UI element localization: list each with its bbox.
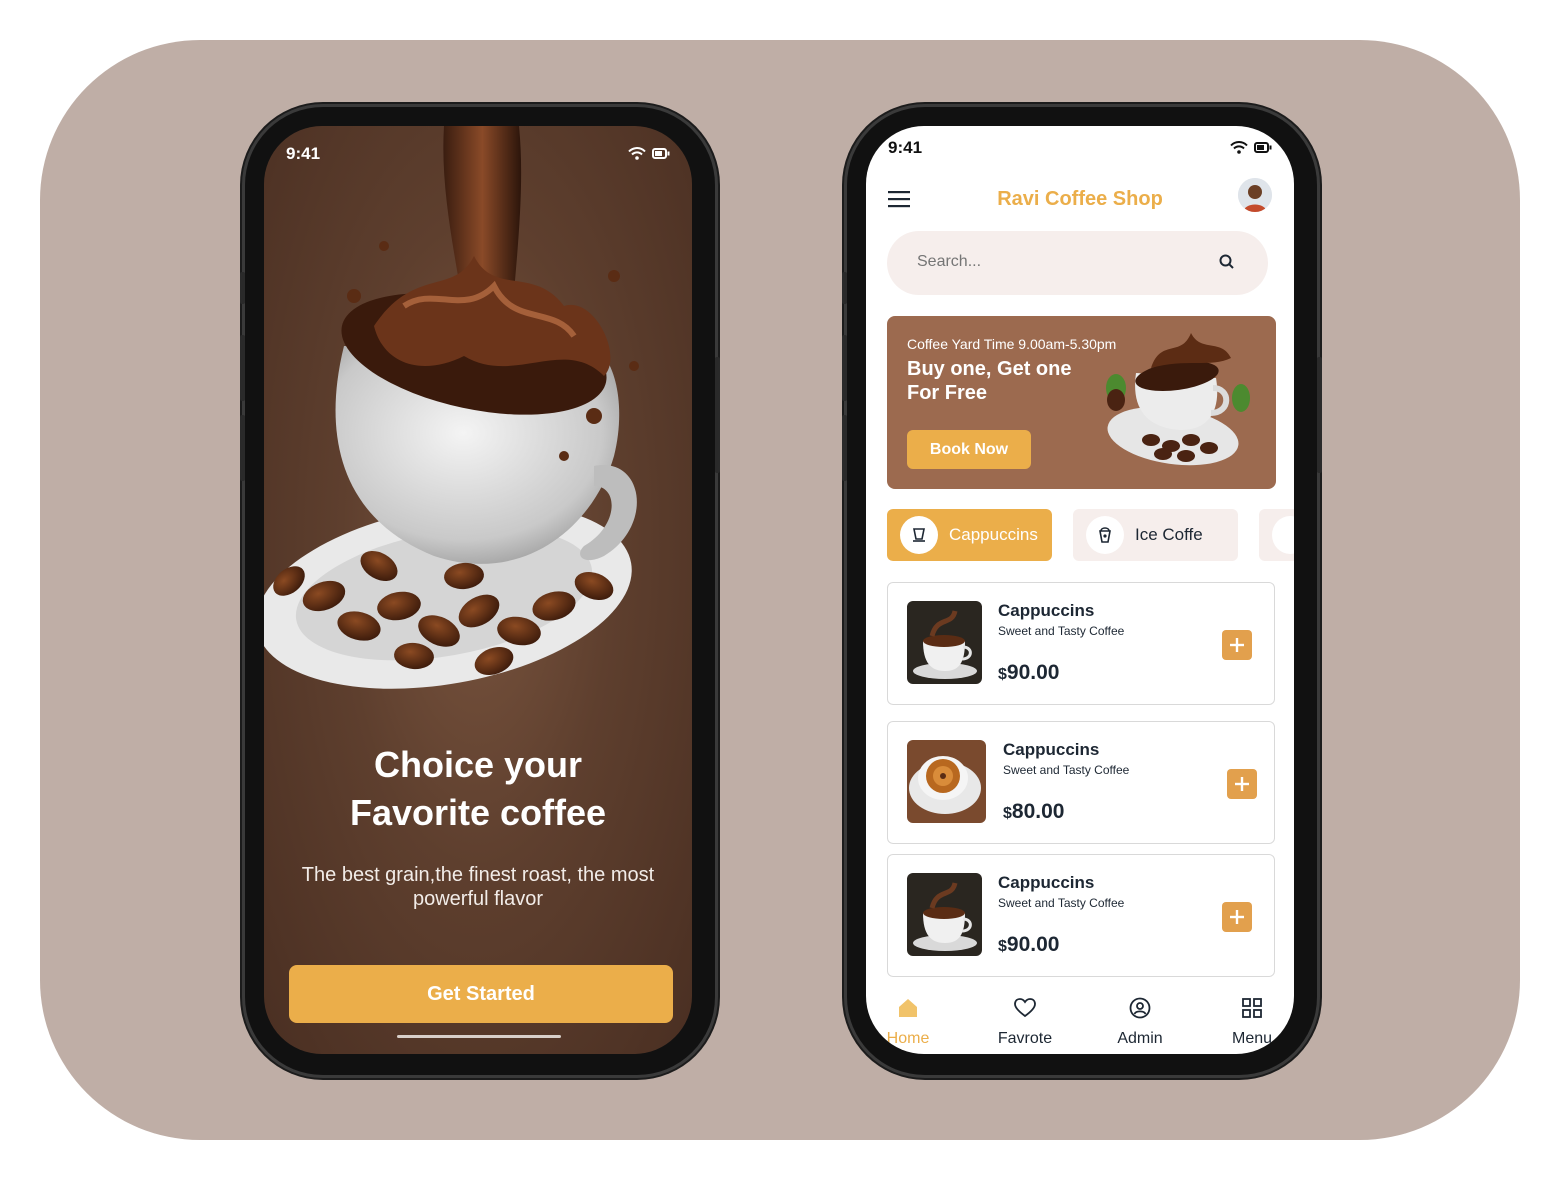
product-image [907, 601, 982, 684]
tab-label: Menu [1231, 1030, 1273, 1047]
price-value: 90.00 [1006, 661, 1060, 684]
status-time: 9:41 [286, 144, 321, 163]
plus-icon [1230, 910, 1244, 924]
status-bar: 9:41 [888, 138, 1272, 162]
phone-shop: 9:41 Ravi Coffee Shop Coffee Yard Time 9… [842, 107, 1322, 1075]
category-icon [1272, 516, 1294, 554]
promo-headline: Buy one, Get one For Free [907, 357, 1107, 405]
price-currency: $ [998, 938, 1007, 955]
user-avatar[interactable] [1238, 178, 1272, 212]
product-image [907, 740, 986, 823]
search-input[interactable] [917, 253, 1197, 271]
welcome-title-line2: Favorite coffee [349, 792, 607, 833]
welcome-subtitle: The best grain,the finest roast, the mos… [301, 864, 655, 910]
mute-switch [240, 272, 245, 304]
search-icon[interactable] [1218, 253, 1236, 271]
promo-headline-line2: For Free [907, 382, 988, 404]
coffee-splash-illustration [264, 126, 639, 689]
product-card[interactable]: Cappuccins Sweet and Tasty Coffee $90.00 [887, 854, 1275, 977]
power-button [715, 357, 720, 473]
category-label: Ice Coffe [1135, 525, 1203, 544]
product-description: Sweet and Tasty Coffee [1003, 763, 1130, 777]
promo-time: Coffee Yard Time 9.00am-5.30pm [907, 336, 1117, 352]
welcome-screen: 9:41 Choice your Favorite coffee The bes… [264, 126, 692, 1054]
product-name: Cappuccins [1003, 740, 1100, 759]
product-card[interactable]: Cappuccins Sweet and Tasty Coffee $90.00 [887, 582, 1275, 705]
add-to-cart-button[interactable] [1222, 630, 1252, 660]
tab-label: Admin [1117, 1030, 1163, 1047]
product-card[interactable]: Cappuccins Sweet and Tasty Coffee $80.00 [887, 721, 1275, 844]
category-chip-more[interactable] [1259, 509, 1294, 561]
power-button [1317, 357, 1322, 473]
tab-label: Home [886, 1030, 930, 1047]
phone-welcome: 9:41 Choice your Favorite coffee The bes… [240, 107, 720, 1075]
add-to-cart-button[interactable] [1227, 769, 1257, 799]
product-description: Sweet and Tasty Coffee [998, 624, 1125, 638]
volume-down-button [842, 415, 847, 481]
add-to-cart-button[interactable] [1222, 902, 1252, 932]
wifi-icon [628, 147, 646, 160]
welcome-title-line1: Choice your [373, 744, 583, 785]
price-currency: $ [1003, 805, 1012, 822]
bottom-tab-bar: Home Favrote Admin Menu [866, 994, 1294, 1054]
book-now-button[interactable]: Book Now [907, 430, 1031, 469]
battery-icon [652, 148, 670, 159]
avatar-icon [1238, 178, 1272, 212]
product-price: $90.00 [998, 933, 1059, 957]
category-chips: Cappuccins Ice Coffe [887, 509, 1294, 561]
plus-icon [1230, 638, 1244, 652]
category-chip-ice-coffe[interactable]: Ice Coffe [1073, 509, 1238, 561]
volume-up-button [240, 335, 245, 401]
category-label: Cappuccins [949, 525, 1038, 544]
iced-coffee-icon [1086, 516, 1124, 554]
price-currency: $ [998, 666, 1007, 683]
shop-screen: 9:41 Ravi Coffee Shop Coffee Yard Time 9… [866, 126, 1294, 1054]
status-bar: 9:41 [286, 144, 670, 168]
promo-headline-line1: Buy one, Get one [907, 358, 1072, 380]
product-description: Sweet and Tasty Coffee [998, 896, 1125, 910]
mute-switch [842, 272, 847, 304]
plus-icon [1235, 777, 1249, 791]
home-indicator [397, 1035, 561, 1038]
welcome-title: Choice your Favorite coffee [264, 741, 692, 837]
volume-down-button [240, 415, 245, 481]
product-name: Cappuccins [998, 873, 1095, 892]
product-name: Cappuccins [998, 601, 1095, 620]
tab-home[interactable]: Home [866, 994, 953, 1048]
heart-icon [1014, 998, 1036, 1018]
product-image [907, 873, 982, 956]
tab-favrote[interactable]: Favrote [980, 994, 1070, 1048]
tab-admin[interactable]: Admin [1095, 994, 1185, 1048]
battery-icon [1254, 142, 1272, 153]
app-header: Ravi Coffee Shop [866, 176, 1294, 226]
tab-label: Favrote [997, 1030, 1053, 1047]
shop-title: Ravi Coffee Shop [997, 188, 1163, 210]
user-circle-icon [1129, 997, 1151, 1019]
category-chip-cappuccins[interactable]: Cappuccins [887, 509, 1052, 561]
promo-banner: Coffee Yard Time 9.00am-5.30pm Buy one, … [887, 316, 1276, 489]
grid-icon [1242, 998, 1262, 1018]
tab-menu[interactable]: Menu [1207, 994, 1294, 1048]
get-started-button[interactable]: Get Started [289, 965, 673, 1023]
price-value: 90.00 [1006, 933, 1060, 956]
home-icon [899, 999, 917, 1017]
coffee-cup-icon [900, 516, 938, 554]
price-value: 80.00 [1011, 800, 1065, 823]
search-bar[interactable] [887, 231, 1268, 295]
product-price: $90.00 [998, 661, 1059, 685]
wifi-icon [1230, 141, 1248, 154]
status-time: 9:41 [888, 138, 923, 157]
promo-coffee-image [1106, 333, 1250, 466]
volume-up-button [842, 335, 847, 401]
product-price: $80.00 [1003, 800, 1064, 824]
